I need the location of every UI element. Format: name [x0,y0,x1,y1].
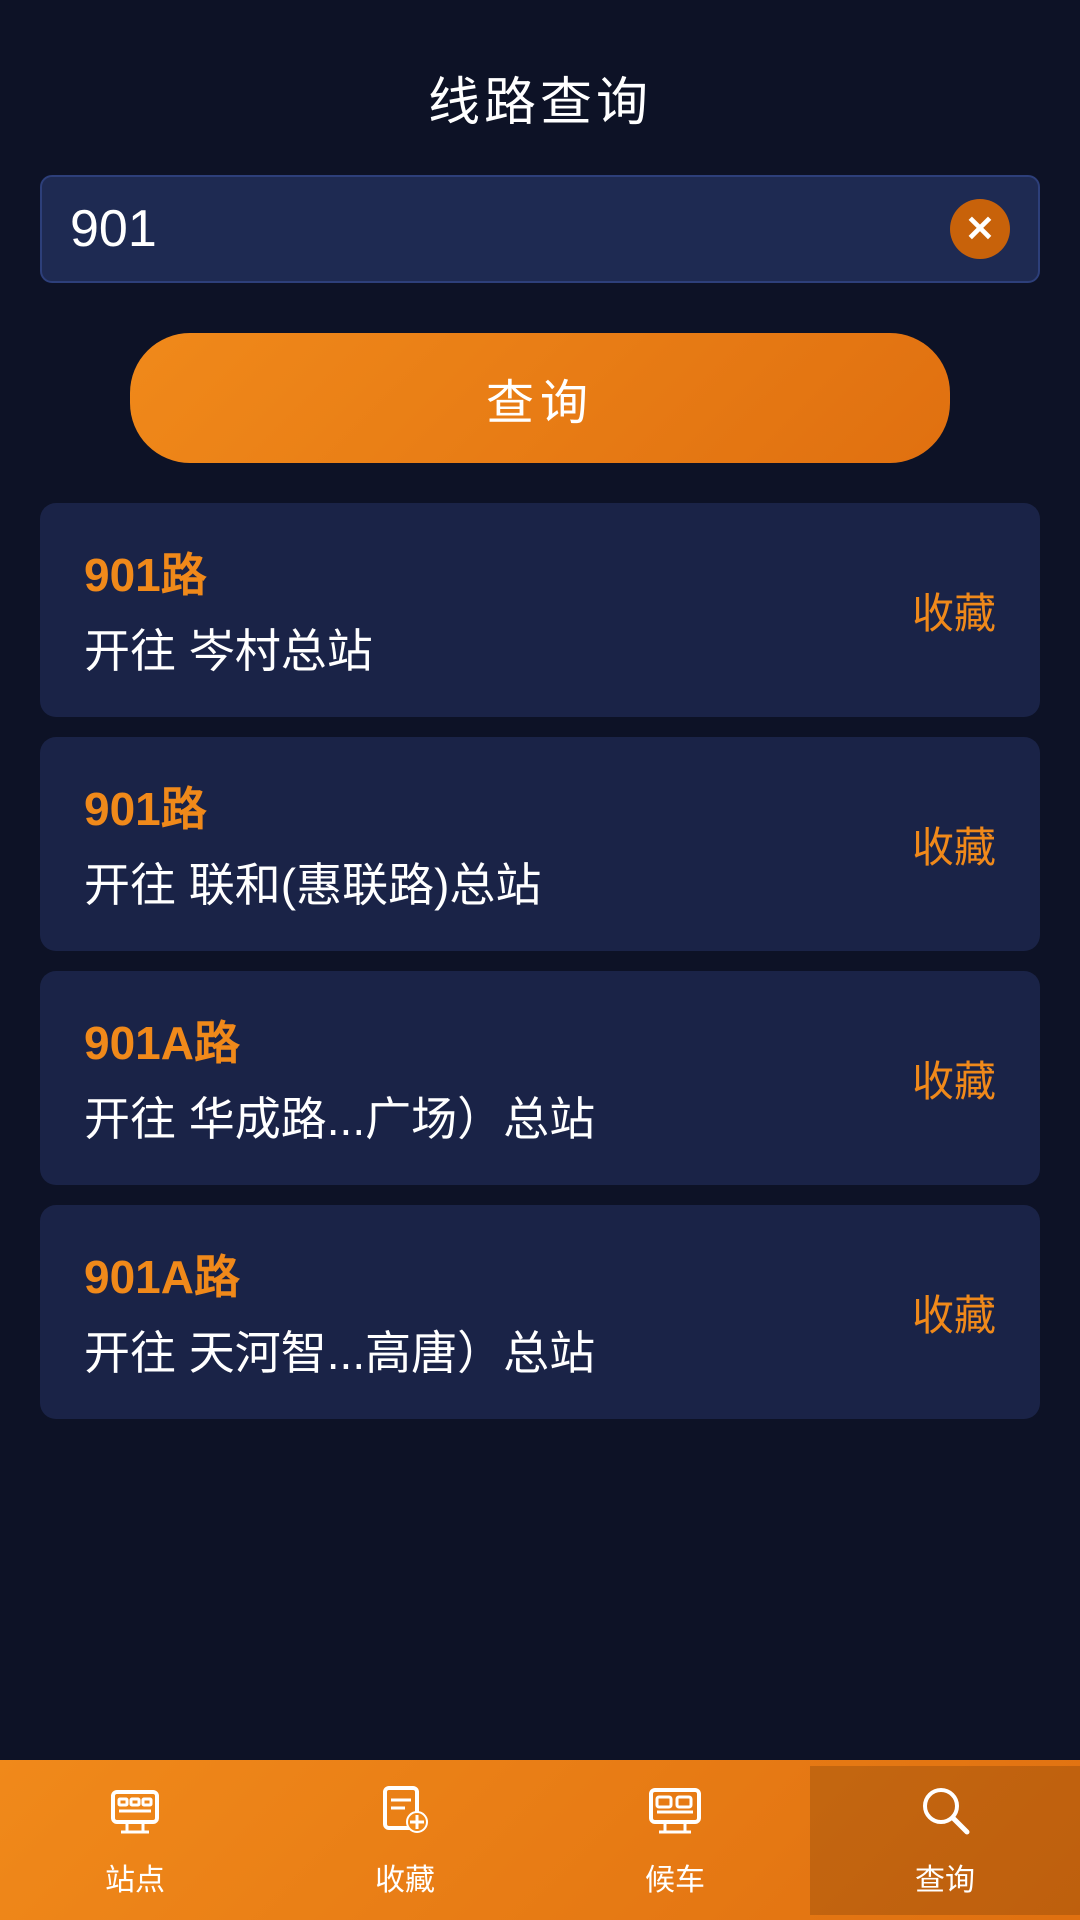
result-card-4[interactable]: 901A路 开往 天河智...高唐）总站 收藏 [40,1205,1040,1419]
nav-label-query: 查询 [915,1855,975,1899]
result-info-2: 901路 开往 联和(惠联路)总站 [84,773,892,915]
clear-button[interactable]: ✕ [950,199,1010,259]
nav-item-favorites[interactable]: 收藏 [270,1766,540,1915]
result-card-1[interactable]: 901路 开往 岑村总站 收藏 [40,503,1040,717]
nav-item-waiting[interactable]: 候车 [540,1766,810,1915]
waiting-icon [647,1782,703,1847]
search-input[interactable] [70,199,950,259]
nav-label-favorites: 收藏 [375,1855,435,1899]
route-dest-1: 开往 岑村总站 [84,615,892,681]
results-section: 901路 开往 岑村总站 收藏 901路 开往 联和(惠联路)总站 收藏 901… [0,503,1080,1419]
route-name-1: 901路 [84,539,892,605]
result-info-4: 901A路 开往 天河智...高唐）总站 [84,1241,892,1383]
favorite-button-2[interactable]: 收藏 [912,814,996,875]
close-icon: ✕ [965,211,995,247]
route-name-2: 901路 [84,773,892,839]
header: 线路查询 [0,0,1080,165]
bottom-nav: 站点 收藏 [0,1760,1080,1920]
nav-label-waiting: 候车 [645,1855,705,1899]
favorite-button-1[interactable]: 收藏 [912,580,996,641]
route-dest-4: 开往 天河智...高唐）总站 [84,1317,892,1383]
query-button-section: 查询 [0,283,1080,503]
result-card-3[interactable]: 901A路 开往 华成路...广场）总站 收藏 [40,971,1040,1185]
favorite-button-3[interactable]: 收藏 [912,1048,996,1109]
query-button[interactable]: 查询 [130,333,950,463]
nav-label-station: 站点 [105,1855,165,1899]
route-dest-2: 开往 联和(惠联路)总站 [84,849,892,915]
page-title: 线路查询 [40,60,1040,135]
page-container: 线路查询 ✕ 查询 901路 开往 岑村总站 收藏 901路 开往 联和(惠联路… [0,0,1080,1920]
query-icon [917,1782,973,1847]
station-icon [107,1782,163,1847]
nav-item-query[interactable]: 查询 [810,1766,1080,1915]
route-name-3: 901A路 [84,1007,892,1073]
route-name-4: 901A路 [84,1241,892,1307]
search-bar: ✕ [40,175,1040,283]
favorite-button-4[interactable]: 收藏 [912,1282,996,1343]
nav-item-station[interactable]: 站点 [0,1766,270,1915]
result-info-3: 901A路 开往 华成路...广场）总站 [84,1007,892,1149]
route-dest-3: 开往 华成路...广场）总站 [84,1083,892,1149]
result-info-1: 901路 开往 岑村总站 [84,539,892,681]
result-card-2[interactable]: 901路 开往 联和(惠联路)总站 收藏 [40,737,1040,951]
favorites-icon [377,1782,433,1847]
search-section: ✕ [0,165,1080,283]
